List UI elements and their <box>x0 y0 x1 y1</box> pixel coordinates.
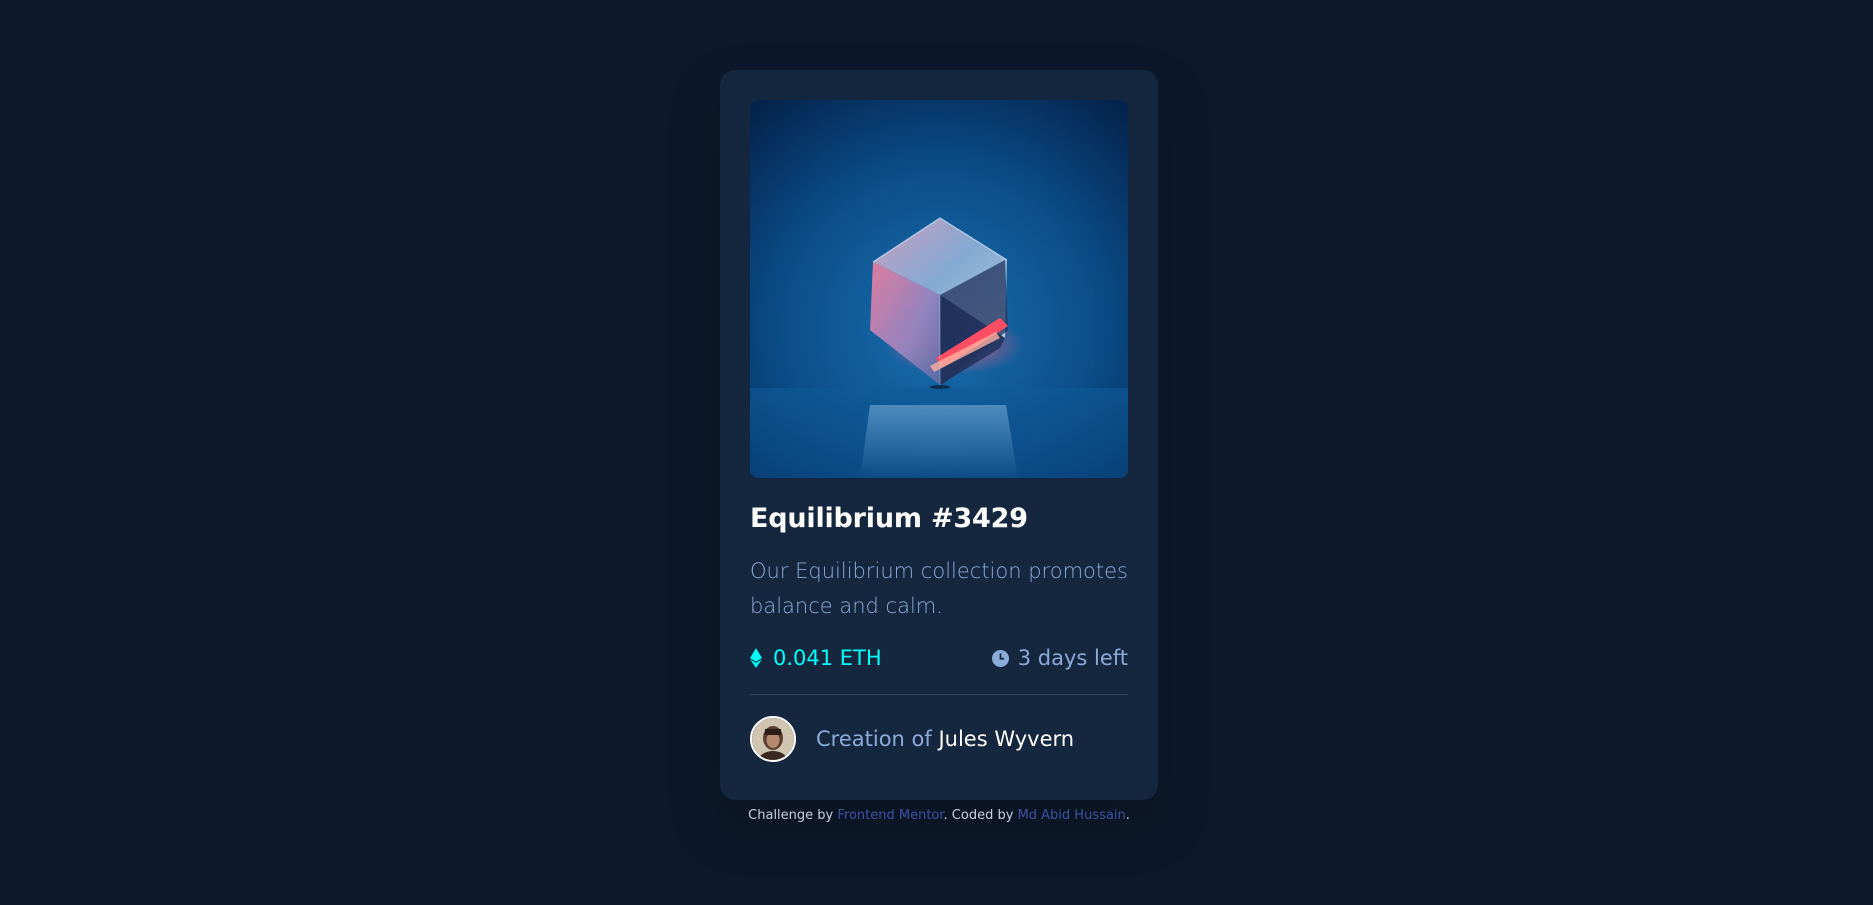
creator-text: Creation of Jules Wyvern <box>816 727 1074 751</box>
attribution-prefix: Challenge by <box>748 808 838 823</box>
price-value: 0.041 ETH <box>773 646 882 670</box>
price: 0.041 ETH <box>750 646 882 670</box>
nft-title[interactable]: Equilibrium #3429 <box>750 502 1128 536</box>
ethereum-icon <box>750 648 762 668</box>
creator-name-link[interactable]: Jules Wyvern <box>938 727 1074 751</box>
time-left: 3 days left <box>991 646 1128 670</box>
attribution-suffix: . <box>1125 808 1130 823</box>
nft-card: Equilibrium #3429 Our Equilibrium collec… <box>720 70 1158 800</box>
clock-icon <box>991 649 1009 667</box>
avatar <box>750 716 796 762</box>
time-left-value: 3 days left <box>1017 646 1128 670</box>
author-link[interactable]: Md Abid Hussain <box>1018 808 1126 823</box>
creator-prefix: Creation of <box>816 727 939 751</box>
creator-avatar-image <box>752 718 794 760</box>
nft-stats: 0.041 ETH 3 days left <box>750 641 1128 675</box>
creator: Creation of Jules Wyvern <box>750 716 1128 762</box>
attribution-middle: . Coded by <box>943 808 1018 823</box>
divider <box>750 694 1128 695</box>
nft-description: Our Equilibrium collection promotes bala… <box>750 559 1128 618</box>
attribution: Challenge by Frontend Mentor. Coded by M… <box>0 808 1873 823</box>
equilibrium-cube-image <box>750 100 1128 478</box>
frontend-mentor-link[interactable]: Frontend Mentor <box>837 808 943 823</box>
nft-image[interactable] <box>750 100 1128 478</box>
